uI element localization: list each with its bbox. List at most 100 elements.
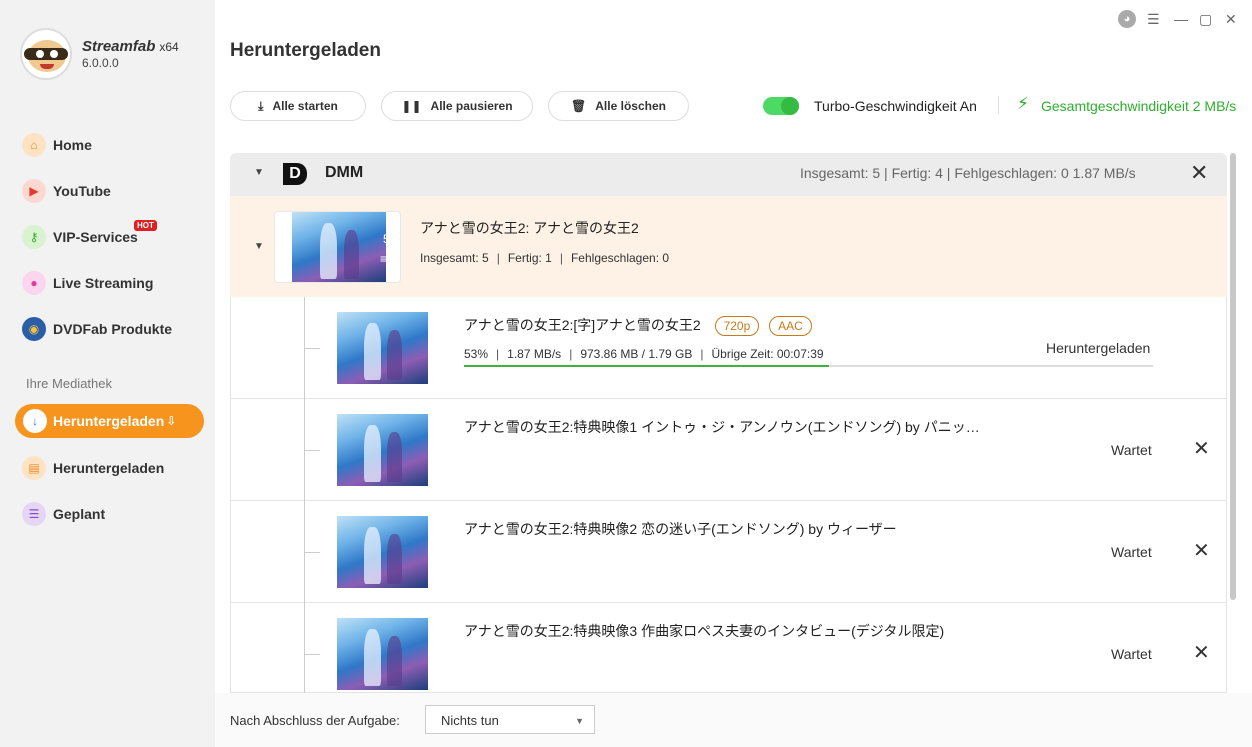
after-task-label: Nach Abschluss der Aufgabe: <box>230 713 400 728</box>
item-status: Wartet <box>1111 646 1152 662</box>
camera-icon: ● <box>22 271 46 295</box>
tree-line <box>304 450 320 451</box>
scrollbar[interactable] <box>1230 153 1236 600</box>
failed-count: Fehlgeschlagen: 0 <box>570 251 670 265</box>
total-count: Insgesamt: 5 <box>420 251 489 265</box>
dvdfab-icon: ◉ <box>22 317 46 341</box>
minimize-icon[interactable]: — <box>1174 11 1188 27</box>
sidebar-item-downloading[interactable]: ↓ Heruntergeladen ⇩ <box>15 404 204 438</box>
list-icon: ≡ <box>380 252 388 266</box>
item-speed: 1.87 MB/s <box>507 347 562 361</box>
item-stats: 53% | 1.87 MB/s | 973.86 MB / 1.79 GB | Übrige… <box>464 347 824 361</box>
episode-count: 5 <box>383 232 390 246</box>
collapse-icon[interactable]: ▼ <box>254 167 264 178</box>
clock-icon[interactable]: ◕ <box>1118 10 1136 28</box>
sidebar-item-scheduled[interactable]: ☰ Geplant <box>22 501 105 527</box>
progress-percent: 53% <box>464 347 489 361</box>
menu-icon[interactable]: ☰ <box>1147 11 1160 28</box>
item-size: 973.86 MB / 1.79 GB <box>580 347 693 361</box>
sidebar-item-label: YouTube <box>53 183 111 199</box>
download-icon: ↓ <box>23 409 47 433</box>
sidebar-item-label: Heruntergeladen <box>53 460 165 476</box>
done-count: Fertig: 1 <box>507 251 552 265</box>
item-title-text: アナと雪の女王2:[字]アナと雪の女王2 <box>464 317 701 333</box>
home-icon: ⌂ <box>22 133 46 157</box>
item-status: Wartet <box>1111 544 1152 560</box>
turbo-toggle[interactable] <box>763 97 799 115</box>
download-status-icon: ⇩ <box>166 414 177 428</box>
list-item: アナと雪の女王2:[字]アナと雪の女王2 720p AAC 53% | 1.87 M… <box>230 297 1227 399</box>
collapse-icon[interactable]: ▼ <box>254 241 264 252</box>
youtube-icon: ▶ <box>22 179 46 203</box>
lightning-icon: ⚡ <box>1017 94 1029 113</box>
episode-thumbnail <box>337 414 428 486</box>
sidebar-item-dvdfab-produkte[interactable]: ◉ DVDFab Produkte <box>22 316 172 342</box>
episode-thumbnail <box>337 618 428 690</box>
page-title: Heruntergeladen <box>230 40 381 61</box>
item-title: アナと雪の女王2:特典映像1 イントゥ・ジ・アンノウン(エンドソング) by パ… <box>464 419 980 435</box>
item-status: Wartet <box>1111 442 1152 458</box>
progress-bar <box>464 365 1153 367</box>
tree-line <box>304 552 320 553</box>
after-task-select[interactable]: Nichts tun ▼ <box>425 705 595 734</box>
tree-line <box>304 603 305 693</box>
start-all-label: Alle starten <box>272 99 338 113</box>
trash-icon: 🗑 <box>571 99 587 113</box>
item-title: アナと雪の女王2:[字]アナと雪の女王2 720p AAC <box>464 315 812 337</box>
list-item: アナと雪の女王2:特典映像1 イントゥ・ジ・アンノウン(エンドソング) by パ… <box>230 399 1227 501</box>
title-thumbnail: 5 ≡ <box>274 211 401 283</box>
title-row: ▼ 5 ≡ アナと雪の女王2: アナと雪の女王2 Insgesamt: 5 | Fe… <box>230 196 1227 297</box>
item-status: Heruntergeladen <box>1046 340 1151 356</box>
group-stats: Insgesamt: 5 | Fertig: 4 | Fehlgeschlage… <box>800 165 1136 181</box>
episode-thumbnail <box>337 516 428 588</box>
divider <box>998 96 999 114</box>
close-icon[interactable]: ✕ <box>1193 541 1210 561</box>
tree-line <box>304 654 320 655</box>
episode-thumbnail <box>337 312 428 384</box>
sidebar-item-label: DVDFab Produkte <box>53 321 173 337</box>
sidebar-item-youtube[interactable]: ▶ YouTube <box>22 178 111 204</box>
folder-icon: ▤ <box>22 456 46 480</box>
sidebar-item-home[interactable]: ⌂ Home <box>22 132 92 158</box>
list-item: アナと雪の女王2:特典映像2 恋の迷い子(エンドソング) by ウィーザー Wa… <box>230 501 1227 603</box>
sidebar-item-live-streaming[interactable]: ● Live Streaming <box>22 270 153 296</box>
sidebar-item-label: Home <box>53 137 92 153</box>
calendar-icon: ☰ <box>22 502 46 526</box>
chevron-down-icon: ▼ <box>575 716 584 726</box>
pause-all-label: Alle pausieren <box>430 99 513 113</box>
pause-all-button[interactable]: ❚❚ Alle pausieren <box>381 91 533 121</box>
download-icon: ⤓ <box>258 98 264 113</box>
turbo-label: Turbo-Geschwindigkeit An <box>814 98 977 114</box>
item-title: アナと雪の女王2:特典映像3 作曲家ロペス夫妻のインタビュー(デジタル限定) <box>464 623 945 639</box>
maximize-icon[interactable]: ▢ <box>1199 11 1212 28</box>
tree-line <box>304 348 320 349</box>
sidebar-item-downloaded[interactable]: ▤ Heruntergeladen <box>22 455 164 481</box>
resolution-badge: 720p <box>714 316 760 337</box>
remaining-time: Übrige Zeit: 00:07:39 <box>711 347 824 361</box>
close-icon[interactable]: ✕ <box>1193 439 1210 459</box>
sidebar-item-label: VIP-Services <box>53 229 138 245</box>
sidebar-item-label: Geplant <box>53 506 106 522</box>
pause-icon: ❚❚ <box>401 99 422 113</box>
app-version: 6.0.0.0 <box>82 56 119 70</box>
sidebar-item-label: Live Streaming <box>53 275 154 291</box>
start-all-button[interactable]: ⤓ Alle starten <box>230 91 366 121</box>
list-item: アナと雪の女王2:特典映像3 作曲家ロペス夫妻のインタビュー(デジタル限定) W… <box>230 603 1227 693</box>
streamfab-logo <box>20 28 72 80</box>
close-window-icon[interactable]: ✕ <box>1225 11 1237 28</box>
app-name: Streamfab x64 <box>82 38 179 55</box>
sidebar: Streamfab x64 6.0.0.0 ⌂ Home ▶ YouTube ⚷ … <box>0 0 215 747</box>
sidebar-item-vip-services[interactable]: ⚷ VIP-Services HOT <box>22 220 157 250</box>
footer: Nach Abschluss der Aufgabe: Nichts tun ▼ <box>215 693 1252 747</box>
close-icon[interactable]: ✕ <box>1193 643 1210 663</box>
key-icon: ⚷ <box>22 225 46 249</box>
total-speed: Gesamtgeschwindigkeit 2 MB/s <box>1041 98 1237 114</box>
service-name: DMM <box>325 164 364 181</box>
delete-all-button[interactable]: 🗑 Alle löschen <box>548 91 689 121</box>
close-icon[interactable]: ✕ <box>1190 162 1208 184</box>
library-title: Ihre Mediathek <box>26 376 112 391</box>
delete-all-label: Alle löschen <box>595 99 666 113</box>
progress-fill <box>464 365 830 367</box>
poster-image <box>292 212 386 282</box>
title-name: アナと雪の女王2: アナと雪の女王2 <box>420 220 639 236</box>
